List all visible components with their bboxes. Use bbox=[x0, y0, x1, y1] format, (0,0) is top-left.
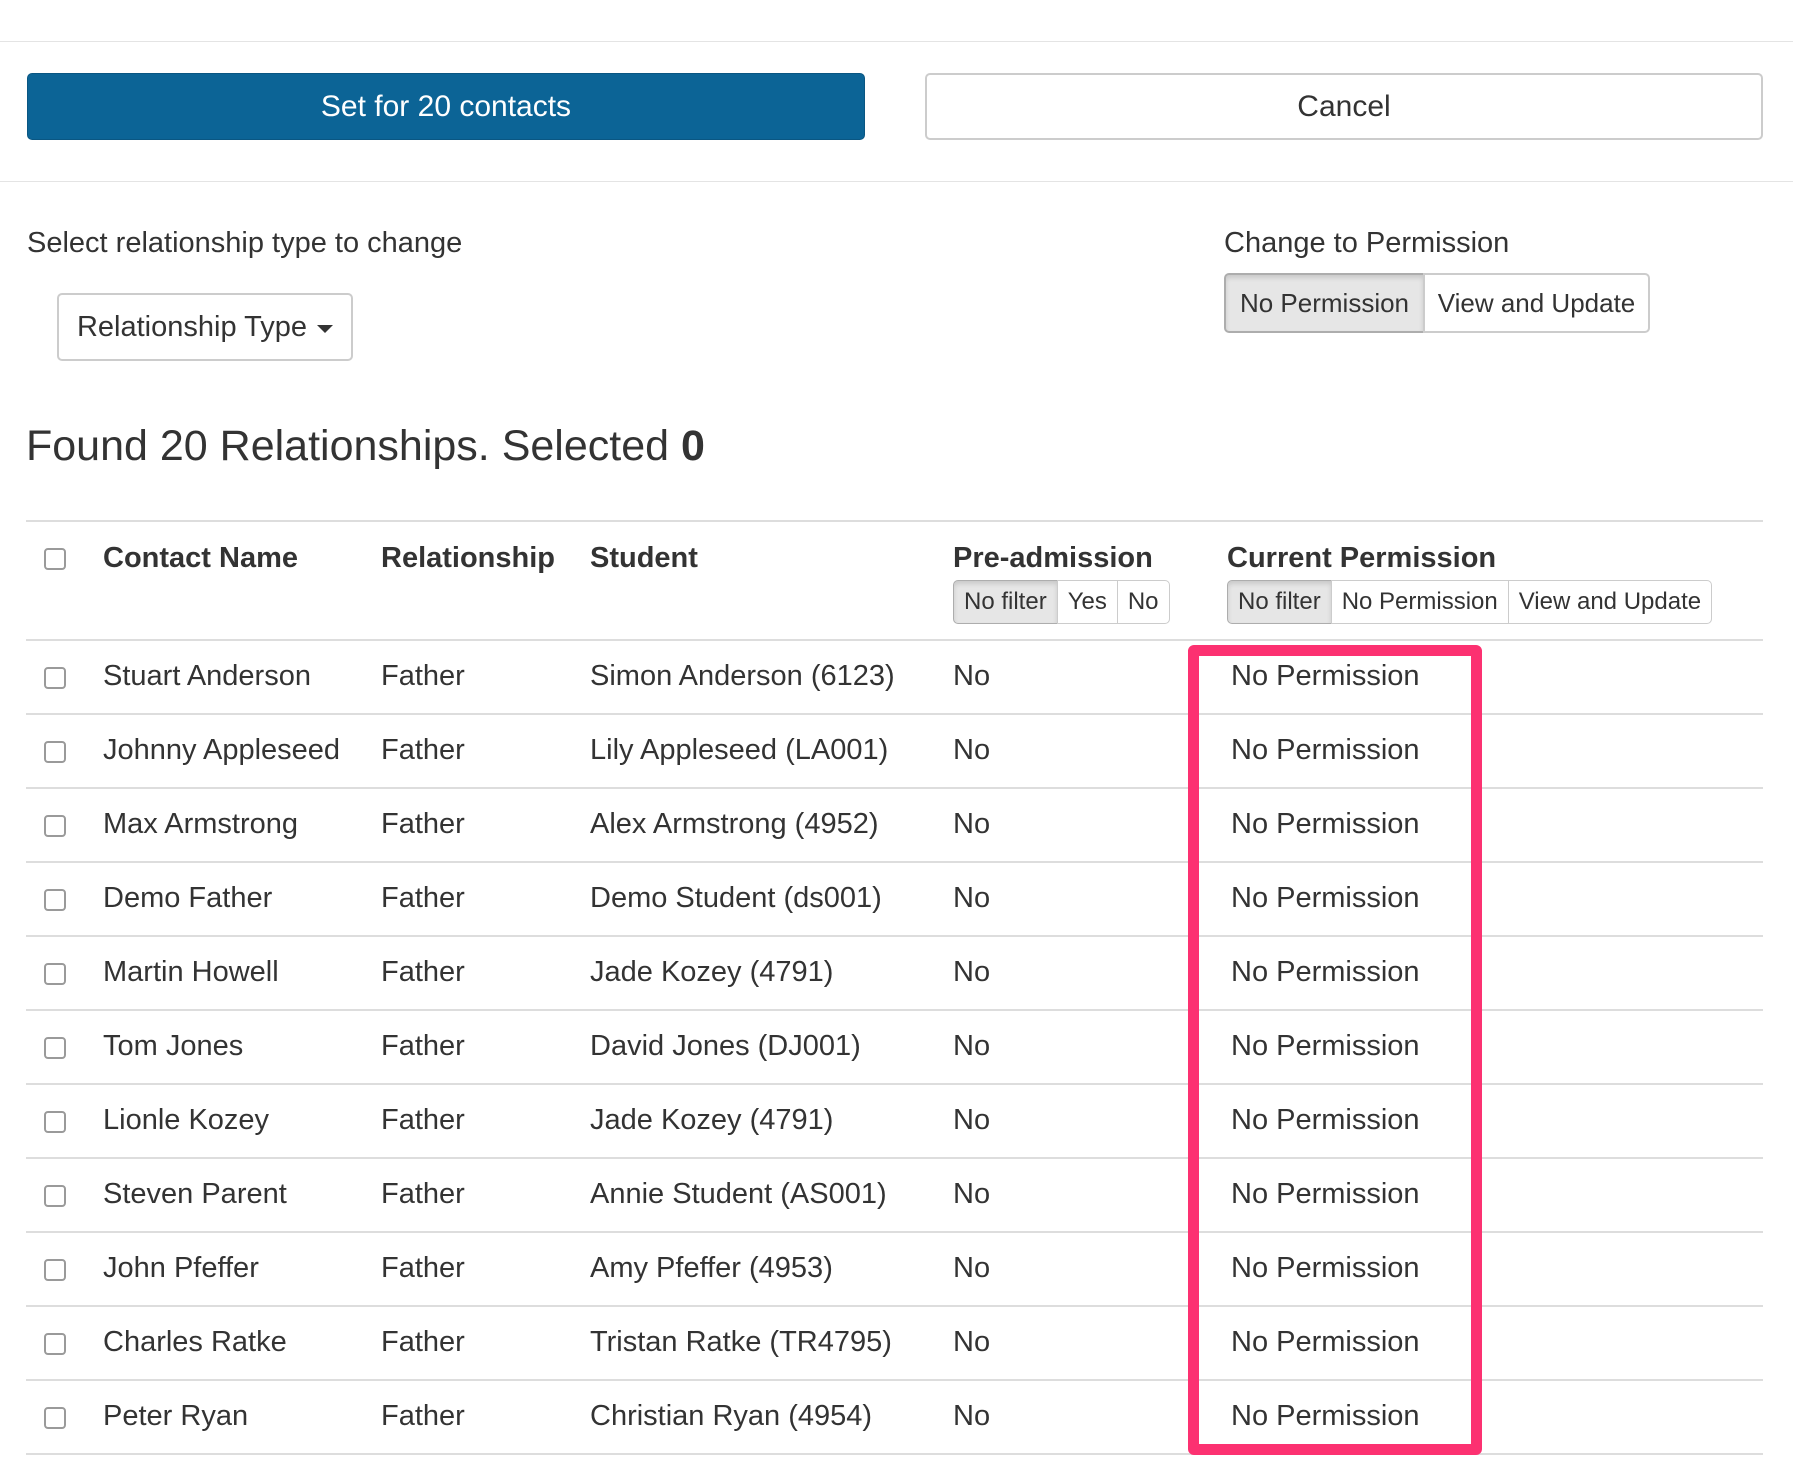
row-divider bbox=[26, 1009, 1763, 1011]
cell-contact-name: Max Armstrong bbox=[103, 808, 298, 840]
table-top-border bbox=[26, 520, 1763, 522]
cell-contact-name: John Pfeffer bbox=[103, 1252, 259, 1284]
header-relationship[interactable]: Relationship bbox=[381, 542, 555, 575]
cell-relationship: Father bbox=[381, 1252, 465, 1284]
row-checkbox[interactable] bbox=[44, 1037, 66, 1059]
cell-student: Alex Armstrong (4952) bbox=[590, 808, 879, 840]
row-divider bbox=[26, 861, 1763, 863]
header-contact-name[interactable]: Contact Name bbox=[103, 542, 298, 575]
cell-pre-admission: No bbox=[953, 660, 991, 692]
row-divider bbox=[26, 1231, 1763, 1233]
row-checkbox[interactable] bbox=[44, 741, 66, 763]
table-header-border bbox=[26, 639, 1763, 641]
cell-pre-admission: No bbox=[953, 734, 991, 766]
cell-relationship: Father bbox=[381, 1400, 465, 1432]
pre-admission-filter-yes[interactable]: Yes bbox=[1056, 580, 1118, 624]
cell-relationship: Father bbox=[381, 1178, 465, 1210]
pre-admission-filter-no[interactable]: No bbox=[1116, 580, 1170, 624]
found-summary-text: Found 20 Relationships. Selected bbox=[26, 422, 670, 470]
cell-pre-admission: No bbox=[953, 808, 991, 840]
cell-contact-name: Peter Ryan bbox=[103, 1400, 249, 1432]
permission-filter-none[interactable]: No filter bbox=[1227, 580, 1332, 624]
change-permission-toggle: No Permission View and Update bbox=[1224, 273, 1650, 333]
row-checkbox[interactable] bbox=[44, 1259, 66, 1281]
header-current-permission[interactable]: Current Permission bbox=[1227, 542, 1496, 575]
row-divider bbox=[26, 1379, 1763, 1381]
relationship-type-label: Select relationship type to change bbox=[27, 227, 463, 259]
header-pre-admission[interactable]: Pre-admission bbox=[953, 542, 1153, 575]
cell-relationship: Father bbox=[381, 882, 465, 914]
row-checkbox[interactable] bbox=[44, 815, 66, 837]
cell-relationship: Father bbox=[381, 1104, 465, 1136]
row-divider bbox=[26, 787, 1763, 789]
relationship-type-dropdown[interactable]: Relationship Type bbox=[57, 293, 353, 361]
cell-student: Jade Kozey (4791) bbox=[590, 956, 834, 988]
row-checkbox[interactable] bbox=[44, 1407, 66, 1429]
caret-down-icon bbox=[317, 325, 333, 333]
header-student[interactable]: Student bbox=[590, 542, 698, 575]
row-checkbox[interactable] bbox=[44, 667, 66, 689]
cell-contact-name: Stuart Anderson bbox=[103, 660, 311, 692]
cell-relationship: Father bbox=[381, 1326, 465, 1358]
current-permission-highlight bbox=[1188, 645, 1482, 1455]
row-divider bbox=[26, 1305, 1763, 1307]
cell-pre-admission: No bbox=[953, 1178, 991, 1210]
cell-contact-name: Steven Parent bbox=[103, 1178, 287, 1210]
cell-pre-admission: No bbox=[953, 1252, 991, 1284]
row-checkbox[interactable] bbox=[44, 1185, 66, 1207]
row-checkbox[interactable] bbox=[44, 889, 66, 911]
cell-student: Demo Student (ds001) bbox=[590, 882, 882, 914]
cell-pre-admission: No bbox=[953, 882, 991, 914]
pre-admission-filter-none[interactable]: No filter bbox=[953, 580, 1058, 624]
cell-relationship: Father bbox=[381, 660, 465, 692]
cell-contact-name: Johnny Appleseed bbox=[103, 734, 341, 766]
cell-pre-admission: No bbox=[953, 956, 991, 988]
cell-relationship: Father bbox=[381, 734, 465, 766]
cell-student: Simon Anderson (6123) bbox=[590, 660, 895, 692]
cell-student: Jade Kozey (4791) bbox=[590, 1104, 834, 1136]
cell-relationship: Father bbox=[381, 808, 465, 840]
cancel-button[interactable]: Cancel bbox=[925, 73, 1763, 140]
top-divider bbox=[0, 41, 1793, 42]
cell-relationship: Father bbox=[381, 956, 465, 988]
cell-pre-admission: No bbox=[953, 1400, 991, 1432]
row-divider bbox=[26, 1453, 1763, 1455]
row-divider bbox=[26, 713, 1763, 715]
permission-filter-view-update[interactable]: View and Update bbox=[1507, 580, 1713, 624]
cell-contact-name: Demo Father bbox=[103, 882, 273, 914]
cell-student: Annie Student (AS001) bbox=[590, 1178, 887, 1210]
cell-contact-name: Charles Ratke bbox=[103, 1326, 287, 1358]
select-all-checkbox[interactable] bbox=[44, 548, 66, 570]
cell-pre-admission: No bbox=[953, 1030, 991, 1062]
cell-student: Tristan Ratke (TR4795) bbox=[590, 1326, 892, 1358]
change-permission-no-permission[interactable]: No Permission bbox=[1224, 273, 1425, 333]
permission-filter-no-permission[interactable]: No Permission bbox=[1330, 580, 1509, 624]
row-divider bbox=[26, 1157, 1763, 1159]
row-divider bbox=[26, 1083, 1763, 1085]
cell-relationship: Father bbox=[381, 1030, 465, 1062]
permission-filter: No filter No Permission View and Update bbox=[1227, 580, 1713, 624]
change-permission-label: Change to Permission bbox=[1224, 227, 1510, 259]
cell-student: David Jones (DJ001) bbox=[590, 1030, 861, 1062]
pre-admission-filter: No filter Yes No bbox=[953, 580, 1170, 624]
cell-contact-name: Lionle Kozey bbox=[103, 1104, 270, 1136]
cell-pre-admission: No bbox=[953, 1326, 991, 1358]
cell-student: Lily Appleseed (LA001) bbox=[590, 734, 889, 766]
row-divider bbox=[26, 935, 1763, 937]
row-checkbox[interactable] bbox=[44, 963, 66, 985]
cell-contact-name: Martin Howell bbox=[103, 956, 279, 988]
found-summary: Found 20 Relationships. Selected 0 bbox=[26, 422, 705, 471]
relationship-type-dropdown-label: Relationship Type bbox=[76, 310, 307, 343]
set-contacts-button[interactable]: Set for 20 contacts bbox=[27, 73, 865, 140]
row-checkbox[interactable] bbox=[44, 1111, 66, 1133]
cell-student: Amy Pfeffer (4953) bbox=[590, 1252, 833, 1284]
cell-contact-name: Tom Jones bbox=[103, 1030, 244, 1062]
selected-count: 0 bbox=[680, 422, 705, 470]
change-permission-view-update[interactable]: View and Update bbox=[1423, 273, 1650, 333]
cell-pre-admission: No bbox=[953, 1104, 991, 1136]
cell-student: Christian Ryan (4954) bbox=[590, 1400, 873, 1432]
row-checkbox[interactable] bbox=[44, 1333, 66, 1355]
toolbar-divider bbox=[0, 181, 1793, 182]
